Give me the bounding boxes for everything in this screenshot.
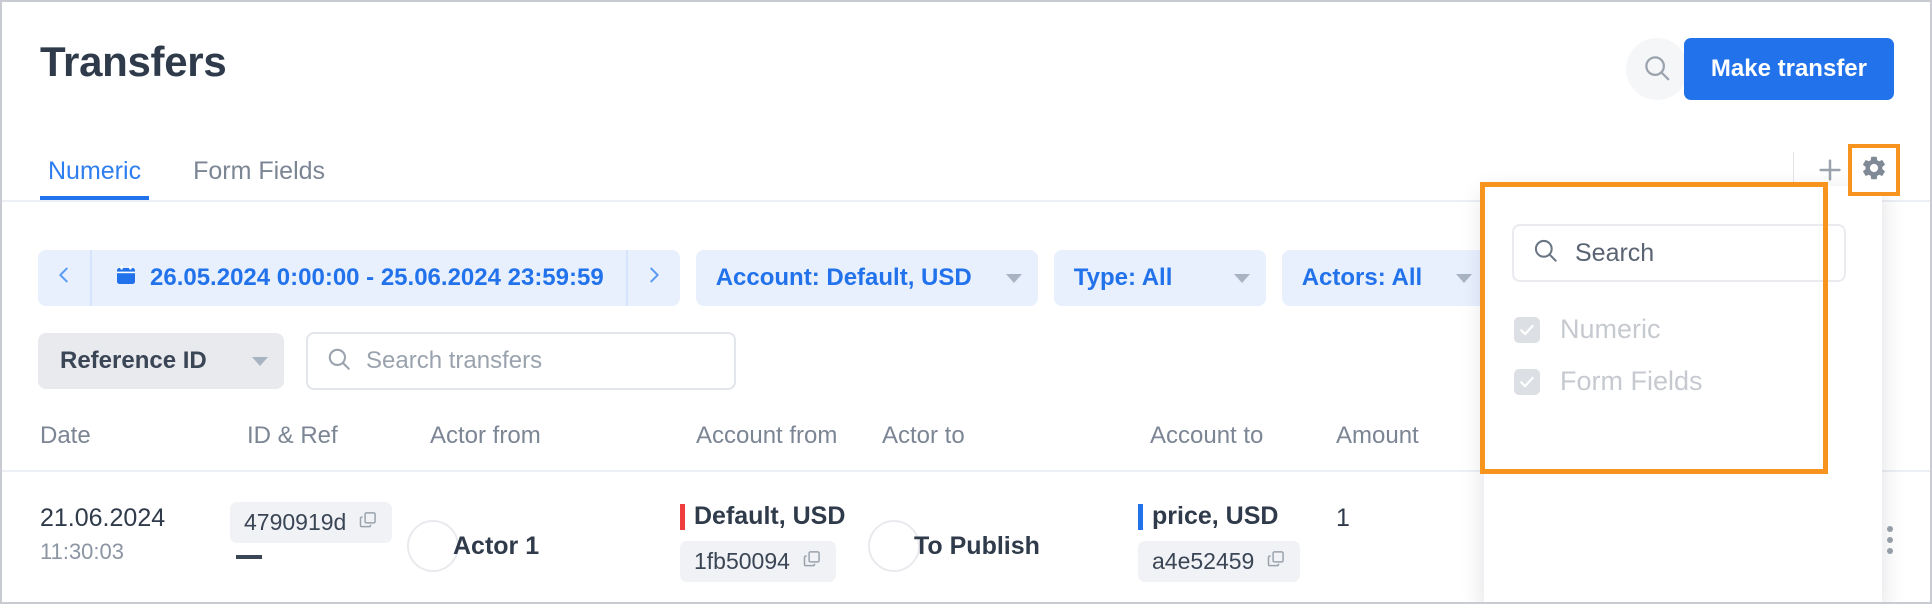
page-title: Transfers [40, 38, 227, 85]
checkbox-checked-icon[interactable] [1514, 316, 1540, 343]
columns-search-placeholder: Search [1575, 238, 1655, 267]
search-transfers-field[interactable]: Search transfers [306, 332, 736, 390]
columns-option-label: Numeric [1560, 314, 1661, 344]
row-id-pill[interactable]: 4790919d [230, 502, 393, 543]
search-field-select[interactable]: Reference ID [38, 333, 284, 389]
copy-icon[interactable] [358, 509, 378, 536]
row-account-from-id: 1fb50094 [694, 548, 790, 574]
chevron-down-icon [1005, 273, 1022, 283]
row-amount: 1 [1336, 504, 1350, 532]
actors-filter-label: Actors: All [1301, 264, 1423, 291]
columns-search-input[interactable]: Search [1512, 224, 1846, 282]
columns-option-numeric[interactable]: Numeric [1514, 314, 1661, 345]
calendar-icon [114, 263, 138, 294]
page-header: Transfers Make transfer [2, 2, 1930, 140]
avatar [407, 520, 459, 572]
date-range-value: 26.05.2024 0:00:00 - 25.06.2024 23:59:59 [150, 264, 604, 291]
chevron-down-icon [1456, 273, 1473, 283]
tabs-action-divider [1793, 152, 1794, 188]
transfers-page: Transfers Make transfer Numeric Form Fie… [0, 0, 1932, 604]
column-header-account-to[interactable]: Account to [1150, 422, 1263, 450]
columns-settings-button[interactable] [1848, 144, 1900, 196]
type-filter[interactable]: Type: All [1053, 250, 1266, 306]
account-color-bar [1138, 503, 1143, 530]
make-transfer-button[interactable]: Make transfer [1683, 38, 1894, 100]
columns-option-form-fields[interactable]: Form Fields [1514, 366, 1703, 397]
avatar [868, 520, 920, 572]
cell-date: 21.06.2024 11:30:03 [40, 504, 165, 565]
row-account-to-wrap: price, USD [1138, 502, 1300, 531]
date-next-button[interactable] [628, 250, 680, 306]
chevron-down-icon [1233, 273, 1250, 283]
kebab-menu-icon [1887, 548, 1893, 554]
search-icon [1642, 53, 1672, 86]
row-time: 11:30:03 [40, 539, 125, 564]
date-range-value-wrap[interactable]: 26.05.2024 0:00:00 - 25.06.2024 23:59:59 [90, 250, 628, 306]
filters-row: 26.05.2024 0:00:00 - 25.06.2024 23:59:59… [38, 250, 1489, 306]
row-account-from-wrap: Default, USD [680, 502, 845, 531]
kebab-menu-icon [1887, 537, 1893, 543]
cell-actor-to: To Publish [868, 520, 1040, 572]
column-header-actor-from[interactable]: Actor from [430, 422, 541, 450]
cell-account-to: price, USD a4e52459 [1138, 502, 1301, 582]
type-filter-label: Type: All [1073, 264, 1173, 291]
cell-id-ref: 4790919d [230, 502, 393, 559]
chevron-left-icon [53, 264, 75, 293]
tabs-list: Numeric Form Fields [40, 138, 369, 200]
column-header-account-from[interactable]: Account from [696, 422, 837, 450]
account-filter[interactable]: Account: Default, USD [695, 250, 1038, 306]
search-icon [1532, 237, 1559, 269]
columns-option-label: Form Fields [1560, 366, 1703, 396]
account-color-bar [680, 503, 685, 530]
row-actor-from: Actor 1 [453, 531, 540, 560]
subfilters-row: Reference ID Search transfers [38, 332, 736, 390]
copy-icon[interactable] [1266, 548, 1286, 575]
search-icon [326, 346, 352, 377]
search-transfers-placeholder: Search transfers [366, 347, 543, 374]
date-range-filter[interactable]: 26.05.2024 0:00:00 - 25.06.2024 23:59:59 [38, 250, 680, 306]
date-prev-button[interactable] [38, 250, 90, 306]
gear-icon [1860, 154, 1888, 187]
cell-actor-from: Actor 1 [407, 520, 539, 572]
chevron-down-icon [252, 356, 268, 366]
checkbox-checked-icon[interactable] [1514, 368, 1540, 395]
column-header-amount[interactable]: Amount [1336, 422, 1419, 450]
row-account-to-id-pill[interactable]: a4e52459 [1138, 541, 1301, 582]
column-header-date[interactable]: Date [40, 422, 91, 450]
copy-icon[interactable] [802, 548, 822, 575]
row-account-to: price, USD [1152, 502, 1279, 530]
row-account-from: Default, USD [694, 502, 846, 530]
plus-icon [1815, 155, 1845, 185]
tab-form-fields[interactable]: Form Fields [185, 159, 333, 200]
row-actor-to: To Publish [914, 531, 1040, 560]
account-filter-label: Account: Default, USD [715, 264, 972, 291]
chevron-right-icon [643, 264, 665, 293]
row-date: 21.06.2024 [40, 504, 166, 532]
cell-account-from: Default, USD 1fb50094 [680, 502, 845, 582]
column-header-actor-to[interactable]: Actor to [882, 422, 965, 450]
kebab-menu-icon [1887, 526, 1893, 532]
actors-filter[interactable]: Actors: All [1281, 250, 1489, 306]
row-account-to-id: a4e52459 [1152, 548, 1255, 574]
tab-numeric[interactable]: Numeric [40, 159, 150, 200]
columns-dropdown-panel: Search Numeric Form Fields [1484, 186, 1882, 602]
row-ref-empty [236, 555, 262, 559]
search-field-select-value: Reference ID [60, 347, 207, 374]
row-account-from-id-pill[interactable]: 1fb50094 [680, 541, 836, 582]
header-search-button[interactable] [1626, 38, 1688, 100]
row-id-value: 4790919d [244, 509, 347, 535]
column-header-id-ref[interactable]: ID & Ref [247, 422, 338, 450]
